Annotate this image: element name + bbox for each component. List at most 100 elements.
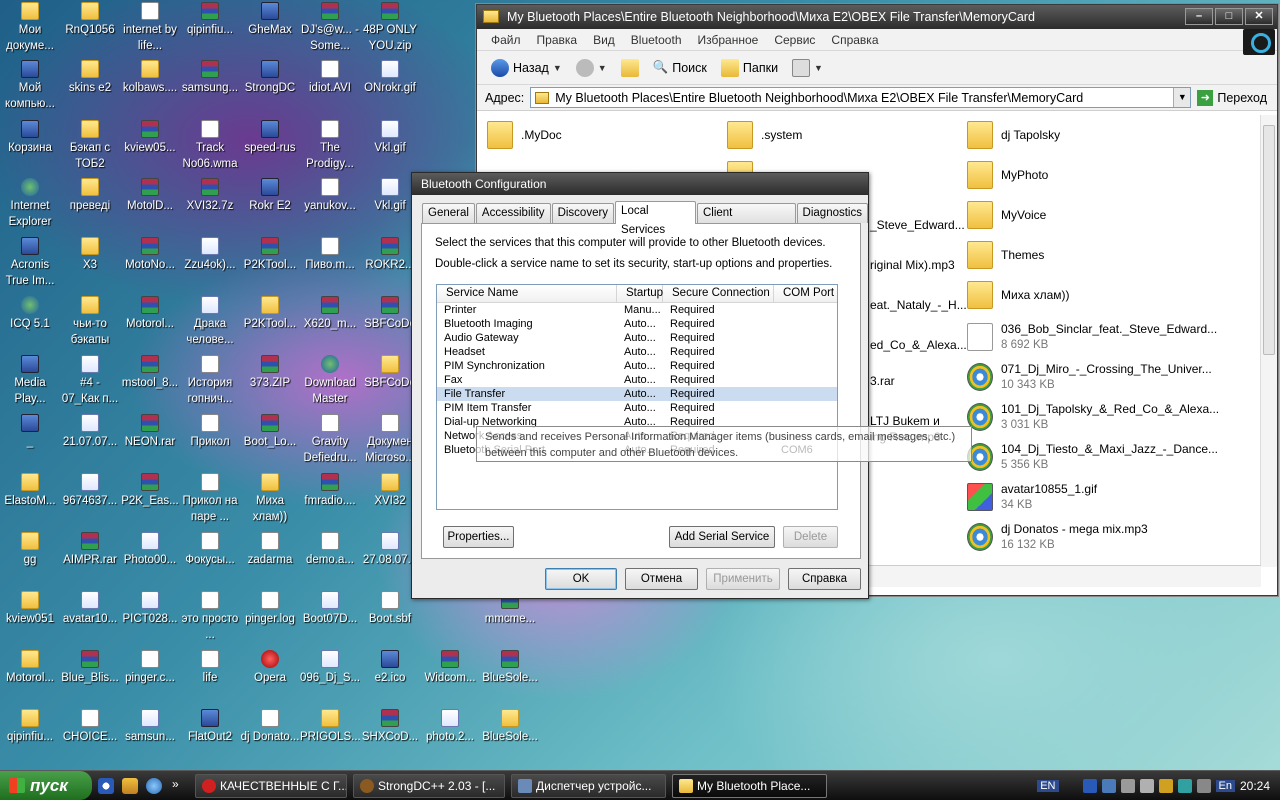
- desktop-icon[interactable]: Media Play...: [0, 355, 60, 407]
- list-item[interactable]: riginal Mix).mp3: [870, 258, 955, 272]
- list-item[interactable]: MyVoice: [967, 201, 1046, 229]
- desktop-icon[interactable]: MotoNo...: [120, 237, 180, 273]
- services-list[interactable]: Service Name Startup Secure Connection C…: [436, 284, 838, 510]
- desktop-icon[interactable]: PICT028...: [120, 591, 180, 627]
- desktop-icon[interactable]: life: [180, 650, 240, 686]
- desktop-icon[interactable]: Boot_Lo...: [240, 414, 300, 450]
- quicklaunch-icon[interactable]: [98, 778, 114, 794]
- desktop-icon[interactable]: 21.07.07...: [60, 414, 120, 450]
- desktop-icon[interactable]: чьи-то бэкапы: [60, 296, 120, 348]
- service-row[interactable]: File Transfer Auto... Required: [437, 387, 837, 401]
- desktop-icon[interactable]: ONrokr.gif: [360, 60, 420, 96]
- help-button[interactable]: Справка: [788, 568, 861, 590]
- list-item[interactable]: _Steve_Edward...: [870, 218, 965, 232]
- tray-icon[interactable]: [1196, 778, 1211, 793]
- desktop-icon[interactable]: P2K_Eas...: [120, 473, 180, 509]
- list-item[interactable]: eat._Nataly_-_H...: [870, 298, 967, 312]
- forward-button[interactable]: ▼: [572, 57, 611, 79]
- desktop-icon[interactable]: Motorol...: [0, 650, 60, 686]
- menu-tools[interactable]: Сервис: [766, 33, 823, 47]
- quicklaunch-icon[interactable]: [122, 778, 138, 794]
- tab-diagnostics[interactable]: Diagnostics: [796, 203, 868, 223]
- list-item[interactable]: MyPhoto: [967, 161, 1048, 189]
- explorer-title-bar[interactable]: My Bluetooth Places\Entire Bluetooth Nei…: [477, 5, 1277, 29]
- taskbar-task[interactable]: StrongDC++ 2.03 - [...: [353, 774, 505, 798]
- desktop-icon[interactable]: Корзина: [0, 120, 60, 156]
- desktop-icon[interactable]: Прикол на паре ...: [180, 473, 240, 525]
- service-row[interactable]: Fax Auto... Required: [437, 373, 837, 387]
- desktop-icon[interactable]: Бэкап с ТОБ2: [60, 120, 120, 172]
- desktop-icon[interactable]: kview051: [0, 591, 60, 627]
- delete-button[interactable]: Delete: [783, 526, 838, 548]
- desktop-icon[interactable]: Motorol...: [120, 296, 180, 332]
- tab-general[interactable]: General: [422, 203, 475, 223]
- desktop-icon[interactable]: fmradio....: [300, 473, 360, 509]
- list-item[interactable]: 104_Dj_Tiesto_&_Maxi_Jazz_-_Dance... 5 35…: [967, 441, 1218, 473]
- list-item[interactable]: .MyDoc: [487, 121, 562, 149]
- desktop-icon[interactable]: Internet Explorer: [0, 178, 60, 230]
- desktop-icon[interactable]: skins e2: [60, 60, 120, 96]
- bluetooth-icon[interactable]: [1082, 778, 1097, 793]
- list-item[interactable]: 101_Dj_Tapolsky_&_Red_Co_&_Alexa... 3 031…: [967, 401, 1219, 433]
- chevron-down-icon[interactable]: ▼: [553, 63, 562, 73]
- desktop-icon[interactable]: это просто ...: [180, 591, 240, 643]
- desktop-icon[interactable]: SHXCoD...: [360, 709, 420, 745]
- desktop-icon[interactable]: zadarma: [240, 532, 300, 568]
- desktop-icon[interactable]: _: [0, 414, 60, 450]
- keyboard-language-indicator[interactable]: En: [1215, 779, 1235, 792]
- menu-help[interactable]: Справка: [823, 33, 886, 47]
- language-indicator[interactable]: EN: [1037, 779, 1059, 792]
- taskbar-task[interactable]: Диспетчер устройс...: [511, 774, 666, 798]
- desktop-icon[interactable]: Track No06.wma: [180, 120, 240, 172]
- desktop-icon[interactable]: Миха хлам)): [240, 473, 300, 525]
- service-row[interactable]: Printer Manu... Required: [437, 303, 837, 317]
- tray-icon[interactable]: [1120, 778, 1135, 793]
- list-item[interactable]: dj Tapolsky: [967, 121, 1060, 149]
- desktop-icon[interactable]: Blue_Blis...: [60, 650, 120, 686]
- chevron-down-icon[interactable]: ▼: [1173, 88, 1191, 107]
- list-item[interactable]: 036_Bob_Sinclar_feat._Steve_Edward... 8 6…: [967, 321, 1217, 353]
- desktop-icon[interactable]: kview05...: [120, 120, 180, 156]
- desktop-icon[interactable]: Download Master: [300, 355, 360, 407]
- desktop-icon[interactable]: idiot.AVI: [300, 60, 360, 96]
- desktop-icon[interactable]: P2KTool...: [240, 237, 300, 273]
- desktop-icon[interactable]: Прикол: [180, 414, 240, 450]
- taskbar-task-active[interactable]: My Bluetooth Place...: [672, 774, 827, 798]
- desktop-icon[interactable]: PRIGOLS...: [300, 709, 360, 745]
- chevron-down-icon[interactable]: ▼: [598, 63, 607, 73]
- desktop-icon[interactable]: Rokr E2: [240, 178, 300, 214]
- desktop-icon[interactable]: BlueSole...: [480, 709, 540, 745]
- desktop-icon[interactable]: Opera: [240, 650, 300, 686]
- chevron-right-icon[interactable]: »: [172, 777, 179, 791]
- close-button[interactable]: ✕: [1245, 8, 1273, 25]
- desktop-icon[interactable]: 48P ONLY YOU.zip: [360, 2, 420, 54]
- desktop-icon[interactable]: samsun...: [120, 709, 180, 745]
- list-item[interactable]: avatar10855_1.gif 34 KB: [967, 481, 1097, 513]
- desktop-icon[interactable]: e2.ico: [360, 650, 420, 686]
- desktop-icon[interactable]: CHOICE...: [60, 709, 120, 745]
- views-button[interactable]: ▼: [788, 57, 827, 79]
- address-input[interactable]: My Bluetooth Places\Entire Bluetooth Nei…: [530, 87, 1192, 108]
- tab-client-applications[interactable]: Client Applications: [696, 203, 796, 238]
- desktop-icon[interactable]: yanukov...: [300, 178, 360, 214]
- back-button[interactable]: Назад ▼: [487, 57, 566, 79]
- desktop-icon[interactable]: P2KTool...: [240, 296, 300, 332]
- list-item[interactable]: 071_Dj_Miro_-_Crossing_The_Univer... 10 3…: [967, 361, 1212, 393]
- tab-accessibility[interactable]: Accessibility: [475, 203, 551, 223]
- desktop-icon[interactable]: FlatOut2: [180, 709, 240, 745]
- desktop-icon[interactable]: Мой компью...: [0, 60, 60, 112]
- desktop-icon[interactable]: NEON.rar: [120, 414, 180, 450]
- tray-icon[interactable]: [1101, 778, 1116, 793]
- service-row[interactable]: Headset Auto... Required: [437, 345, 837, 359]
- service-row[interactable]: Bluetooth Imaging Auto... Required: [437, 317, 837, 331]
- properties-button[interactable]: Properties...: [443, 526, 514, 548]
- menu-edit[interactable]: Правка: [529, 33, 586, 47]
- list-item[interactable]: Themes: [967, 241, 1044, 269]
- desktop-icon[interactable]: mstool_8...: [120, 355, 180, 391]
- desktop-icon[interactable]: samsung...: [180, 60, 240, 96]
- desktop-icon[interactable]: 9674637...: [60, 473, 120, 509]
- service-row[interactable]: Audio Gateway Auto... Required: [437, 331, 837, 345]
- taskbar-task[interactable]: КАЧЕСТВЕННЫЕ С Г...: [195, 774, 347, 798]
- service-row[interactable]: PIM Item Transfer Auto... Required: [437, 401, 837, 415]
- desktop-icon[interactable]: photo.2...: [420, 709, 480, 745]
